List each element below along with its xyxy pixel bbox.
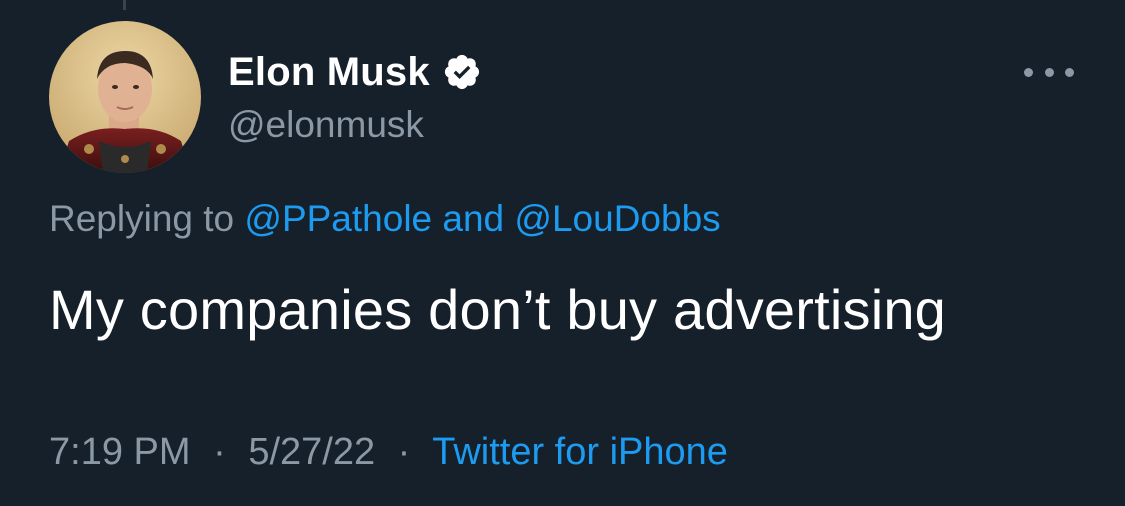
reply-context: Replying to @PPathole and @LouDobbs xyxy=(49,198,721,240)
thread-connector-line xyxy=(123,0,126,10)
more-horizontal-icon xyxy=(1065,67,1074,77)
author-handle[interactable]: @elonmusk xyxy=(228,104,482,146)
reply-joiner: and xyxy=(442,198,505,239)
meta-separator: · xyxy=(397,431,411,473)
tweet-time[interactable]: 7:19 PM xyxy=(49,431,191,473)
more-options-button[interactable] xyxy=(1024,60,1074,84)
tweet-author: Elon Musk @elonmusk xyxy=(228,46,482,146)
author-name-row: Elon Musk xyxy=(228,46,482,98)
tweet-meta: 7:19 PM · 5/27/22 · Twitter for iPhone xyxy=(49,431,728,474)
tweet-date[interactable]: 5/27/22 xyxy=(248,431,375,473)
meta-separator: · xyxy=(213,431,226,473)
reply-user-link[interactable]: @LouDobbs xyxy=(514,198,720,239)
author-display-name[interactable]: Elon Musk xyxy=(228,50,430,95)
reply-prefix: Replying to xyxy=(49,198,235,239)
tweet-source-link[interactable]: Twitter for iPhone xyxy=(432,431,728,473)
profile-photo-icon xyxy=(49,21,201,173)
tweet-text: My companies don’t buy advertising xyxy=(49,278,947,341)
reply-user-link[interactable]: @PPathole xyxy=(244,198,432,239)
verified-badge-icon xyxy=(442,52,482,92)
more-horizontal-icon xyxy=(1024,67,1033,77)
more-horizontal-icon xyxy=(1044,67,1054,77)
avatar[interactable] xyxy=(49,21,201,173)
